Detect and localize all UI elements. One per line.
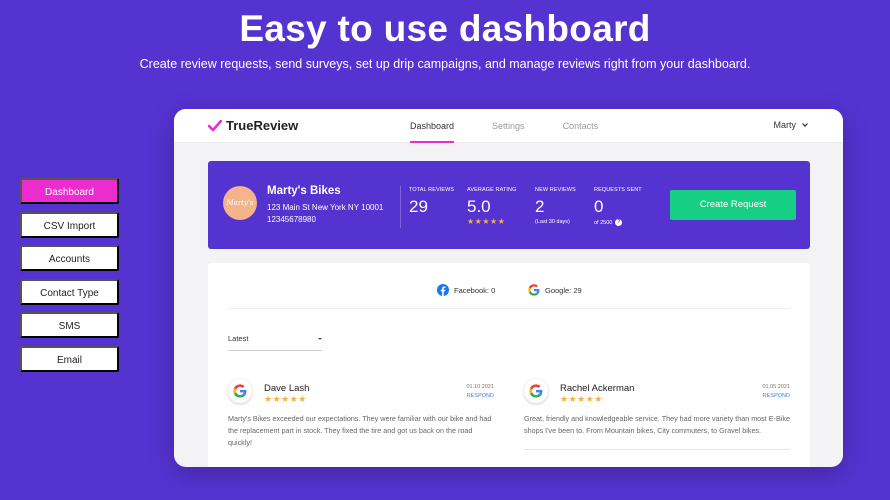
review-stars: ★★★★★ (264, 394, 307, 404)
facebook-source[interactable]: Facebook: 0 (437, 284, 495, 296)
sort-dropdown[interactable]: Latest (228, 329, 322, 351)
review-text: Marty's Bikes exceeded our expectations.… (228, 414, 492, 447)
top-nav: Dashboard Settings Contacts (410, 109, 636, 143)
user-menu[interactable]: Marty (774, 120, 810, 130)
review-date: 01.05.2021 (762, 384, 790, 390)
stat-average-rating: AVERAGE RATING 5.0 ★★★★★ (467, 187, 516, 226)
hero-title: Easy to use dashboard (239, 8, 651, 49)
business-address: 123 Main St New York NY 10001 (267, 203, 384, 212)
divider (524, 449, 790, 450)
google-count: Google: 29 (545, 285, 582, 295)
tab-contacts[interactable]: Contacts (563, 109, 599, 143)
reviewer-name: Rachel Ackerman (560, 383, 635, 394)
review-date: 01.10.2021 (466, 384, 494, 390)
sort-dropdown-value: Latest (228, 334, 249, 343)
stat-label: AVERAGE RATING (467, 187, 517, 193)
stat-value: 5.0 (467, 197, 491, 216)
side-nav-sms-button[interactable]: SMS (20, 312, 119, 338)
create-request-button[interactable]: Create Request (670, 190, 796, 220)
review-text: Great, friendly and knowledgeable servic… (524, 414, 790, 435)
stat-sub-row: of 2500 ? (594, 219, 642, 226)
app-logo[interactable]: TrueReview (208, 118, 298, 133)
stat-new-reviews: NEW REVIEWS 2 (Last 30 days) (535, 187, 576, 225)
reviews-card: Facebook: 0 Google: 29 Latest Dave Lash … (208, 263, 810, 467)
tab-dashboard[interactable]: Dashboard (410, 109, 455, 143)
google-source[interactable]: Google: 29 (528, 284, 582, 296)
app-logo-text: TrueReview (226, 118, 299, 133)
divider (228, 308, 790, 309)
google-icon (528, 284, 540, 296)
google-icon (524, 379, 548, 403)
chevron-down-icon (802, 123, 808, 128)
reviewer-name: Dave Lash (264, 383, 310, 394)
user-name: Marty (773, 120, 797, 130)
respond-button[interactable]: RESPOND (763, 393, 790, 399)
review-stars: ★★★★★ (560, 394, 603, 404)
stat-label: TOTAL REVIEWS (409, 187, 455, 193)
checkmark-icon (208, 119, 222, 131)
side-nav-dashboard-button[interactable]: Dashboard (20, 178, 119, 204)
business-banner: Marty's Marty's Bikes 123 Main St New Yo… (208, 161, 810, 249)
banner-divider (400, 186, 401, 228)
hero-subtitle: Create review requests, send surveys, se… (139, 57, 751, 71)
stat-requests-sent: REQUESTS SENT 0 of 2500 ? (594, 187, 642, 226)
business-name: Marty's Bikes (267, 185, 341, 197)
side-nav-csv-import-button[interactable]: CSV Import (20, 211, 119, 238)
side-nav-accounts-button[interactable]: Accounts (20, 245, 119, 271)
stat-sub: (Last 30 days) (535, 219, 570, 225)
google-icon (228, 379, 252, 403)
rating-stars: ★★★★★ (467, 217, 506, 226)
side-nav-contact-type-button[interactable]: Contact Type (20, 278, 119, 305)
facebook-icon (437, 284, 449, 296)
stat-value: 0 (594, 197, 604, 216)
business-phone: 12345678980 (267, 215, 316, 224)
stat-label: REQUESTS SENT (594, 187, 642, 193)
business-avatar: Marty's (223, 186, 257, 220)
side-nav-email-button[interactable]: Email (20, 345, 119, 372)
respond-button[interactable]: RESPOND (467, 393, 494, 399)
info-icon[interactable]: ? (615, 219, 623, 226)
app-topbar: TrueReview Dashboard Settings Contacts M… (174, 109, 843, 143)
app-window: TrueReview Dashboard Settings Contacts M… (174, 109, 843, 467)
stat-total-reviews: TOTAL REVIEWS 29 (409, 187, 454, 217)
stat-value: 29 (409, 197, 428, 216)
side-nav: Dashboard CSV Import Accounts Contact Ty… (20, 178, 119, 379)
tab-settings[interactable]: Settings (492, 109, 525, 143)
stat-value: 2 (535, 197, 545, 216)
facebook-count: Facebook: 0 (454, 285, 496, 295)
stat-label: NEW REVIEWS (535, 187, 576, 193)
review-sources: Facebook: 0 Google: 29 (208, 284, 810, 298)
stat-sub: of 2500 (594, 219, 613, 226)
caret-down-icon (318, 338, 322, 340)
